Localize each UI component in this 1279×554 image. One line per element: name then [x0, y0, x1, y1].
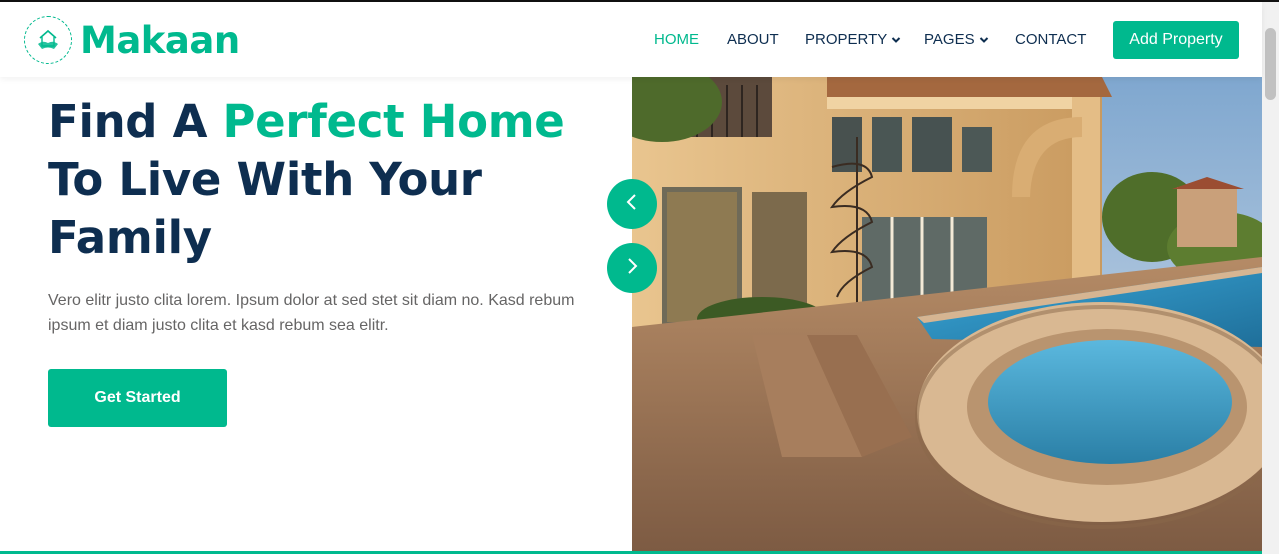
hero-image: [632, 77, 1262, 551]
nav-home-label: HOME: [654, 31, 699, 48]
hero-title-line3: Family: [48, 211, 212, 264]
nav-property[interactable]: PROPERTY: [805, 31, 901, 48]
nav-contact[interactable]: CONTACT: [1015, 31, 1086, 48]
nav-about[interactable]: ABOUT: [727, 31, 779, 48]
nav-pages[interactable]: PAGES: [924, 31, 989, 48]
hero-title-line2: To Live With Your: [48, 153, 482, 206]
get-started-button[interactable]: Get Started: [48, 369, 227, 427]
chevron-left-icon: [625, 193, 639, 216]
nav-about-label: ABOUT: [727, 31, 779, 48]
hero-description: Vero elitr justo clita lorem. Ipsum dolo…: [48, 292, 575, 334]
nav-pages-label: PAGES: [924, 31, 975, 48]
brand-name: Makaan: [80, 18, 240, 62]
hero-title-accent: Perfect Home: [222, 95, 565, 148]
nav-contact-label: CONTACT: [1015, 31, 1087, 48]
hero-title: Find A Perfect Home To Live With Your Fa…: [48, 93, 608, 267]
nav-property-label: PROPERTY: [805, 31, 888, 48]
chevron-down-icon: [979, 36, 989, 44]
navbar: Makaan HOME ABOUT PROPERTY PAGES CONTACT…: [0, 2, 1262, 77]
page-scrollbar[interactable]: [1262, 2, 1279, 554]
chevron-right-icon: [625, 257, 639, 280]
add-property-button[interactable]: Add Property: [1113, 21, 1239, 59]
carousel-next-button[interactable]: [607, 243, 657, 293]
chevron-down-icon: [891, 36, 901, 44]
brand[interactable]: Makaan: [24, 16, 240, 64]
nav-home[interactable]: HOME: [654, 31, 699, 48]
handshake-house-icon: [24, 16, 72, 64]
scrollbar-thumb[interactable]: [1265, 28, 1276, 100]
carousel-prev-button[interactable]: [607, 179, 657, 229]
hero-title-part1: Find A: [48, 95, 223, 148]
